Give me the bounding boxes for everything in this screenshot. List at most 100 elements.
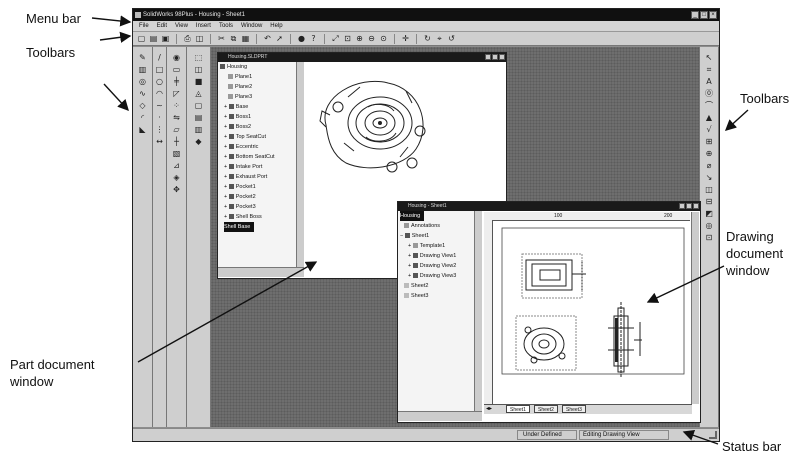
shell-icon[interactable]: ▭ [172, 65, 181, 74]
menu-window[interactable]: Window [241, 21, 262, 31]
tree-item[interactable]: + Base [220, 102, 298, 112]
auxiliary-view-icon[interactable]: ◩ [705, 209, 714, 218]
help-pointer-icon[interactable]: ? [309, 34, 318, 43]
drag-icon[interactable]: ✥ [172, 185, 181, 194]
tree-item[interactable]: + Bottom SeatCut [220, 152, 298, 162]
zoom-in-icon[interactable]: ⊕ [355, 34, 364, 43]
new-file-icon[interactable]: ▢ [137, 34, 146, 43]
mirror-icon[interactable]: ⇋ [172, 113, 181, 122]
part-maximize-button[interactable] [492, 54, 498, 60]
hole-icon[interactable]: ◉ [172, 53, 181, 62]
loft-icon[interactable]: ◇ [138, 101, 147, 110]
open-file-icon[interactable]: ▤ [149, 34, 158, 43]
drawing-sheet[interactable] [494, 222, 689, 402]
select-icon[interactable]: ➚ [275, 34, 284, 43]
arc-icon[interactable]: ◠ [155, 89, 164, 98]
datum-icon[interactable]: ▲ [705, 113, 714, 122]
drawing-close-button[interactable] [693, 203, 699, 209]
wireframe-icon[interactable]: ⬚ [194, 53, 203, 62]
drawing-tree-item[interactable]: − Sheet1 [400, 231, 476, 241]
circle-icon[interactable]: ○ [155, 77, 164, 86]
mass-properties-icon[interactable]: ◈ [172, 173, 181, 182]
part-minimize-button[interactable] [485, 54, 491, 60]
drawing-tree-tab-strip[interactable] [398, 411, 482, 421]
paste-icon[interactable]: ▦ [241, 34, 250, 43]
grid-icon[interactable]: ⌗ [705, 65, 714, 74]
drawing-tree-item[interactable]: Sheet2 [400, 281, 476, 291]
surface-finish-icon[interactable]: √ [705, 125, 714, 134]
tree-item[interactable]: + Top SeatCut [220, 132, 298, 142]
menu-edit[interactable]: Edit [157, 21, 167, 31]
zoom-selection-icon[interactable]: ⊙ [379, 34, 388, 43]
copy-icon[interactable]: ⧉ [229, 34, 238, 43]
rotate-icon[interactable]: ↻ [423, 34, 432, 43]
chamfer-icon[interactable]: ◣ [138, 125, 147, 134]
tree-tab-strip[interactable] [218, 267, 304, 277]
crop-view-icon[interactable]: ⊡ [705, 233, 714, 242]
undo-icon[interactable]: ↶ [263, 34, 272, 43]
tree-item[interactable]: + Shell Boss [220, 212, 298, 222]
top-view-icon[interactable]: ▤ [194, 113, 203, 122]
fillet-icon[interactable]: ◜ [138, 113, 147, 122]
sweep-icon[interactable]: ∿ [138, 89, 147, 98]
point-icon[interactable]: · [155, 113, 164, 122]
projected-view-icon[interactable]: ⊟ [705, 197, 714, 206]
tree-item[interactable]: + Pocket3 [220, 202, 298, 212]
sheet-tab-1[interactable]: Sheet1 [506, 405, 530, 413]
perspective-icon[interactable]: ◬ [194, 89, 203, 98]
tree-item[interactable]: + Pocket1 [220, 182, 298, 192]
iso-view-icon[interactable]: ◆ [194, 137, 203, 146]
front-view-icon[interactable]: ▢ [194, 101, 203, 110]
weld-symbol-icon[interactable]: ⌒ [705, 101, 714, 110]
extrude-icon[interactable]: ▥ [138, 65, 147, 74]
hole-callout-icon[interactable]: ⌀ [705, 161, 714, 170]
close-button[interactable]: × [709, 11, 717, 19]
tree-item-selected[interactable]: Shell Base [224, 222, 255, 232]
dimension-icon[interactable]: ↔ [155, 137, 164, 146]
axis-icon[interactable]: ┼ [172, 137, 181, 146]
menu-insert[interactable]: Insert [196, 21, 211, 31]
menu-help[interactable]: Help [270, 21, 282, 31]
tree-item[interactable]: + Boss1 [220, 112, 298, 122]
section-view-icon[interactable]: ▧ [172, 149, 181, 158]
tree-item[interactable]: Plane1 [220, 72, 298, 82]
tree-vertical-scrollbar[interactable] [296, 62, 304, 267]
tree-item[interactable]: + Exhaust Port [220, 172, 298, 182]
drawing-tree-item[interactable]: + Drawing View2 [400, 261, 476, 271]
save-icon[interactable]: ▣ [161, 34, 170, 43]
view-orientation-icon[interactable]: ⌖ [435, 34, 444, 43]
tree-item[interactable]: + Pocket2 [220, 192, 298, 202]
cut-icon[interactable]: ✂ [217, 34, 226, 43]
spline-icon[interactable]: ~ [155, 101, 164, 110]
drawing-tree-item[interactable]: Annotations [400, 221, 476, 231]
detail-view-icon[interactable]: ◎ [705, 221, 714, 230]
standard-view-icon[interactable]: ◫ [705, 185, 714, 194]
plane-icon[interactable]: ▱ [172, 125, 181, 134]
draft-icon[interactable]: ◸ [172, 89, 181, 98]
drawing-minimize-button[interactable] [679, 203, 685, 209]
drawing-tree-item[interactable]: Sheet3 [400, 291, 476, 301]
zoom-fit-icon[interactable]: ⤢ [331, 34, 340, 43]
drawing-tree-item[interactable]: + Drawing View1 [400, 251, 476, 261]
rectangle-icon[interactable]: □ [155, 65, 164, 74]
right-view-icon[interactable]: ▥ [194, 125, 203, 134]
zoom-out-icon[interactable]: ⊖ [367, 34, 376, 43]
tab-nav-icon[interactable]: ◂▸ [486, 405, 492, 413]
tree-item[interactable]: Housing [220, 62, 298, 72]
drawing-tree-item[interactable]: + Template1 [400, 241, 476, 251]
drawing-maximize-button[interactable] [686, 203, 692, 209]
centerline-icon[interactable]: ⋮ [155, 125, 164, 134]
pan-icon[interactable]: ✛ [401, 34, 410, 43]
shaded-icon[interactable]: ■ [194, 77, 203, 86]
rebuild-icon[interactable]: ● [297, 34, 306, 43]
centermark-icon[interactable]: ⊕ [705, 149, 714, 158]
revolve-icon[interactable]: ◎ [138, 77, 147, 86]
drawing-tree-item[interactable]: + Drawing View3 [400, 271, 476, 281]
menu-file[interactable]: File [139, 21, 149, 31]
pattern-icon[interactable]: ⁘ [172, 101, 181, 110]
maximize-button[interactable]: □ [700, 11, 708, 19]
drawing-vertical-scrollbar[interactable] [691, 212, 699, 404]
geometric-tolerance-icon[interactable]: ⊞ [705, 137, 714, 146]
hidden-lines-icon[interactable]: ◫ [194, 65, 203, 74]
tree-item[interactable]: + Boss2 [220, 122, 298, 132]
